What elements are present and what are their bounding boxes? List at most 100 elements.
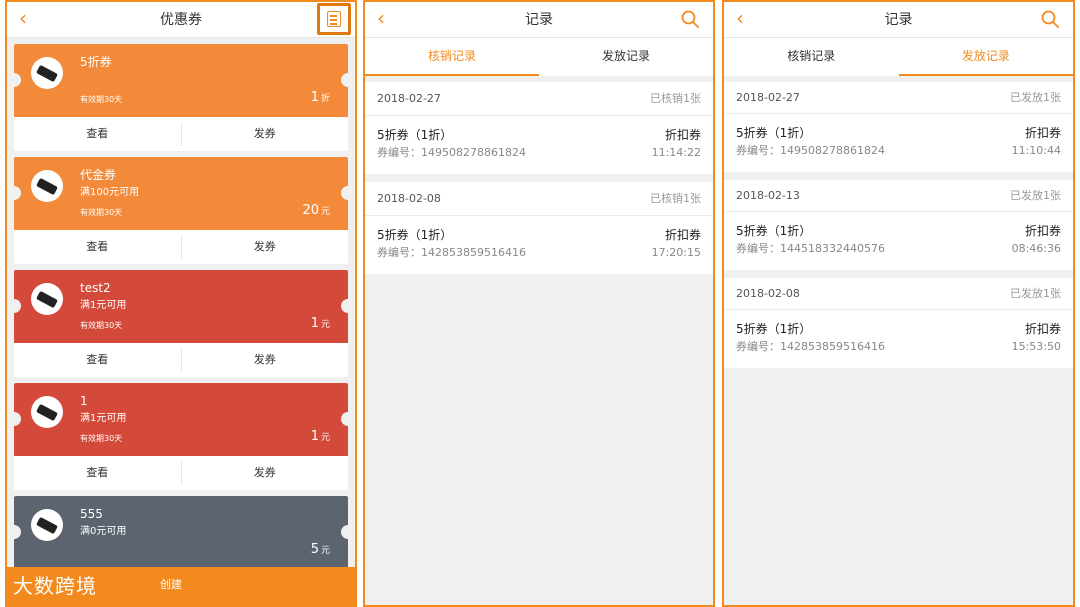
record-header: 2018-02-27 已发放1张: [724, 82, 1073, 114]
coupon-card[interactable]: 5折券 有效期30天 1折 查看 发券: [14, 44, 348, 151]
record-group[interactable]: 2018-02-08 已发放1张 5折券（1折） 券编号：14285385951…: [724, 278, 1073, 368]
tab-redeemed[interactable]: 核销记录: [724, 38, 899, 76]
view-button[interactable]: 查看: [14, 461, 182, 485]
records-screen-redeemed: ‹ 记录 核销记录 发放记录 2018-02-27 已核销1张 5折券（1折） …: [363, 0, 715, 607]
coupon-name: 1: [80, 394, 88, 408]
record-group[interactable]: 2018-02-08 已核销1张 5折券（1折） 券编号：14285385951…: [365, 182, 713, 274]
coupon-face: 代金券 满100元可用 有效期30天 20 元: [14, 157, 348, 230]
issue-button[interactable]: 发券: [182, 461, 349, 485]
coupon-name: 5折券（1折）: [377, 228, 453, 242]
search-icon[interactable]: [1041, 10, 1059, 28]
record-status: 已发放1张: [1010, 189, 1061, 202]
record-header: 2018-02-08 已发放1张: [724, 278, 1073, 310]
record-group[interactable]: 2018-02-13 已发放1张 5折券（1折） 券编号：14451833244…: [724, 180, 1073, 270]
coupon-name: 5折券（1折）: [377, 128, 453, 142]
record-item[interactable]: 5折券（1折） 券编号：149508278861824 折扣券 11:10:44: [724, 114, 1073, 172]
coupon-actions: 查看 发券: [14, 230, 348, 264]
tab-issued[interactable]: 发放记录: [539, 38, 713, 76]
coupon-actions: 查看 发券: [14, 117, 348, 151]
record-item[interactable]: 5折券（1折） 券编号：142853859516416 折扣券 15:53:50: [724, 310, 1073, 368]
nav-bar: ‹ 记录: [365, 2, 713, 38]
record-header: 2018-02-08 已核销1张: [365, 182, 713, 216]
record-date: 2018-02-13: [736, 189, 800, 202]
record-time: 17:20:15: [651, 246, 701, 259]
coupon-actions: 查看 发券: [14, 343, 348, 377]
coupon-list-screen: ‹ 优惠券 5折券 有效期30天 1折 查看 发券 代金券 满100元可用 有效…: [5, 0, 357, 607]
coupon-card[interactable]: test2 满1元可用 有效期30天 1元 查看 发券: [14, 270, 348, 377]
record-header: 2018-02-13 已发放1张: [724, 180, 1073, 212]
coupon-face: test2 满1元可用 有效期30天 1元: [14, 270, 348, 343]
coupon-number: 券编号：149508278861824: [736, 144, 885, 157]
tab-redeemed[interactable]: 核销记录: [365, 38, 539, 76]
view-button[interactable]: 查看: [14, 348, 182, 372]
record-group[interactable]: 2018-02-27 已发放1张 5折券（1折） 券编号：14950827886…: [724, 82, 1073, 172]
record-list: 2018-02-27 已核销1张 5折券（1折） 券编号：14950827886…: [365, 76, 713, 274]
nav-bar: ‹ 记录: [724, 2, 1073, 38]
view-button[interactable]: 查看: [14, 122, 182, 146]
record-item[interactable]: 5折券（1折） 券编号：144518332440576 折扣券 08:46:36: [724, 212, 1073, 270]
nav-bar: ‹ 优惠券: [7, 2, 355, 38]
create-bar: 大数跨境 创建: [7, 567, 355, 605]
issue-button[interactable]: 发券: [182, 235, 349, 259]
record-item[interactable]: 5折券（1折） 券编号：149508278861824 折扣券 11:14:22: [365, 116, 713, 174]
issue-button[interactable]: 发券: [182, 122, 349, 146]
coupon-card[interactable]: 1 满1元可用 有效期30天 1元 查看 发券: [14, 383, 348, 490]
record-time: 11:10:44: [1011, 144, 1061, 157]
coupon-type: 折扣券: [1024, 224, 1061, 238]
record-time: 08:46:36: [1011, 242, 1061, 255]
coupon-name: 5折券（1折）: [736, 126, 812, 140]
view-button[interactable]: 查看: [14, 235, 182, 259]
record-list: 2018-02-27 已发放1张 5折券（1折） 券编号：14950827886…: [724, 76, 1073, 368]
coupon-validity: 有效期30天: [80, 208, 123, 217]
issue-button[interactable]: 发券: [182, 348, 349, 372]
coupon-face: 555 满0元可用 5元: [14, 496, 348, 569]
coupon-amount: 20 元: [302, 203, 330, 218]
search-icon[interactable]: [681, 10, 699, 28]
coupon-amount: 1元: [310, 316, 330, 331]
record-status: 已核销1张: [650, 92, 701, 105]
coupon-card[interactable]: 代金券 满100元可用 有效期30天 20 元 查看 发券: [14, 157, 348, 264]
coupon-actions: 查看 发券: [14, 456, 348, 490]
coupon-type: 折扣券: [1024, 322, 1061, 336]
record-date: 2018-02-27: [377, 92, 441, 105]
coupon-logo-icon: [31, 170, 63, 202]
coupon-card[interactable]: 555 满0元可用 5元: [14, 496, 348, 569]
coupon-logo-icon: [31, 396, 63, 428]
coupon-number: 券编号：142853859516416: [377, 246, 526, 259]
record-status: 已发放1张: [1010, 91, 1061, 104]
record-status: 已核销1张: [650, 192, 701, 205]
coupon-type: 折扣券: [1024, 126, 1061, 140]
coupon-face: 1 满1元可用 有效期30天 1元: [14, 383, 348, 456]
coupon-type: 折扣券: [664, 228, 701, 242]
record-date: 2018-02-27: [736, 91, 800, 104]
coupon-amount: 5元: [310, 542, 330, 557]
records-button[interactable]: [317, 3, 351, 35]
record-group[interactable]: 2018-02-27 已核销1张 5折券（1折） 券编号：14950827886…: [365, 82, 713, 174]
coupon-logo-icon: [31, 57, 63, 89]
coupon-name: 5折券（1折）: [736, 224, 812, 238]
page-title: 记录: [884, 12, 913, 28]
record-time: 15:53:50: [1011, 340, 1061, 353]
coupon-name: 5折券（1折）: [736, 322, 812, 336]
coupon-logo-icon: [31, 509, 63, 541]
create-button[interactable]: 创建: [160, 577, 182, 593]
coupon-amount: 1折: [310, 90, 330, 105]
coupon-logo-icon: [31, 283, 63, 315]
record-item[interactable]: 5折券（1折） 券编号：142853859516416 折扣券 17:20:15: [365, 216, 713, 274]
record-tabs: 核销记录 发放记录: [724, 38, 1073, 76]
tab-issued[interactable]: 发放记录: [898, 38, 1073, 76]
record-date: 2018-02-08: [736, 287, 800, 300]
record-header: 2018-02-27 已核销1张: [365, 82, 713, 116]
coupon-number: 券编号：144518332440576: [736, 242, 885, 255]
coupon-condition: 满1元可用: [80, 300, 127, 311]
coupon-face: 5折券 有效期30天 1折: [14, 44, 348, 117]
coupon-name: test2: [80, 281, 111, 295]
coupon-validity: 有效期30天: [80, 434, 123, 443]
coupon-name: 5折券: [80, 55, 112, 69]
page-title: 优惠券: [160, 12, 202, 28]
coupon-amount: 1元: [310, 429, 330, 444]
brand-watermark: 大数跨境: [13, 574, 97, 598]
record-time: 11:14:22: [651, 146, 701, 159]
coupon-name: 代金券: [80, 168, 117, 182]
record-status: 已发放1张: [1010, 287, 1061, 300]
